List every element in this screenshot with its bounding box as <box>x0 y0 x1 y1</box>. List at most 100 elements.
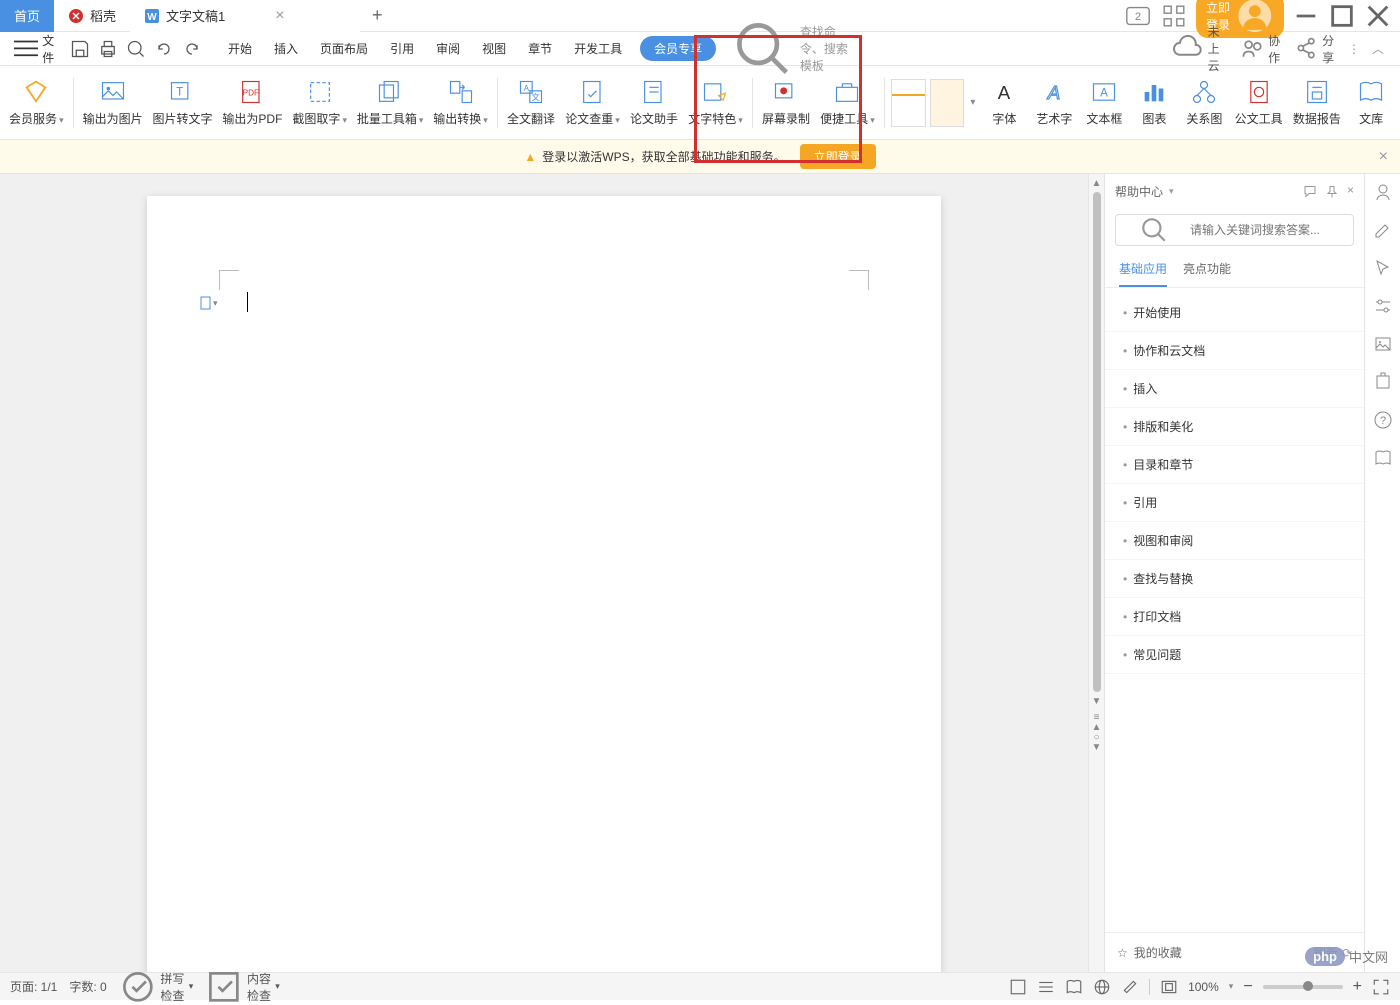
ribbon-image-to-text[interactable]: T图片转文字 <box>148 74 218 131</box>
ribbon-textbox[interactable]: A文本框 <box>1079 74 1129 131</box>
scroll-up2-icon[interactable]: ▲ <box>1092 722 1102 732</box>
collapse-ribbon-icon[interactable]: ︿ <box>1372 40 1384 57</box>
document-page[interactable]: ▾ <box>147 196 941 972</box>
vip-tab[interactable]: 会员专享 <box>640 36 716 61</box>
rail-settings-icon[interactable] <box>1373 296 1393 316</box>
view-web-icon[interactable] <box>1093 978 1111 996</box>
zoom-slider[interactable] <box>1263 985 1343 989</box>
zoom-out-button[interactable]: − <box>1243 978 1252 996</box>
template-more-icon[interactable]: ▾ <box>966 97 979 108</box>
tab-add-button[interactable]: + <box>360 5 395 26</box>
fullscreen-icon[interactable] <box>1372 978 1390 996</box>
tab-home[interactable]: 首页 <box>0 0 54 32</box>
ribbon-wordart[interactable]: A艺术字 <box>1029 74 1079 131</box>
scroll-down2-icon[interactable]: ▼ <box>1092 742 1102 752</box>
template-thumbnail[interactable] <box>891 79 926 127</box>
view-fit-icon[interactable] <box>1160 978 1178 996</box>
view-page-icon[interactable] <box>1009 978 1027 996</box>
object-browse-icon[interactable]: ○ <box>1092 732 1102 742</box>
menu-tab[interactable]: 插入 <box>264 34 308 63</box>
ribbon-library[interactable]: 文库 <box>1346 74 1396 131</box>
help-item[interactable]: 视图和审阅 <box>1105 522 1364 560</box>
rail-book-icon[interactable] <box>1373 448 1393 468</box>
help-item[interactable]: 排版和美化 <box>1105 408 1364 446</box>
ribbon-member-service[interactable]: 会员服务 <box>4 74 69 131</box>
chevron-down-icon[interactable]: ▾ <box>1169 186 1174 197</box>
rail-help-icon[interactable]: ? <box>1373 410 1393 430</box>
search-command[interactable]: 查找命令、搜索模板 <box>730 16 856 82</box>
collab-button[interactable]: 协作 <box>1240 32 1282 66</box>
menu-tab[interactable]: 页面布局 <box>310 34 378 63</box>
vertical-scrollbar[interactable]: ▲ ▼ ≡ ▲ ○ ▼ <box>1088 174 1104 972</box>
menu-tab[interactable]: 开发工具 <box>564 34 632 63</box>
ribbon-text-effects[interactable]: 文字特色 <box>683 74 748 131</box>
ribbon-plagiarism[interactable]: 论文查重 <box>560 74 625 131</box>
section-indicator[interactable]: ▾ <box>199 296 218 310</box>
status-words[interactable]: 字数: 0 <box>69 978 106 995</box>
ribbon-font[interactable]: A字体 <box>979 74 1029 131</box>
ribbon-diagram[interactable]: 关系图 <box>1179 74 1229 131</box>
ribbon-batch-tools[interactable]: 批量工具箱 <box>352 74 428 131</box>
ribbon-translate[interactable]: A文全文翻译 <box>502 74 560 131</box>
banner-close-button[interactable]: × <box>1379 148 1388 166</box>
help-item[interactable]: 引用 <box>1105 484 1364 522</box>
zoom-level[interactable]: 100% <box>1188 980 1219 994</box>
cloud-status[interactable]: 未上云 <box>1172 23 1228 74</box>
ribbon-export-image[interactable]: 输出为图片 <box>78 74 148 131</box>
ribbon-convert[interactable]: 输出转换 <box>428 74 493 131</box>
ribbon-screenshot-ocr[interactable]: 截图取字 <box>287 74 352 131</box>
preview-icon[interactable] <box>126 39 146 59</box>
menu-tab[interactable]: 开始 <box>218 34 262 63</box>
menu-tab[interactable]: 章节 <box>518 34 562 63</box>
prev-page-icon[interactable]: ≡ <box>1092 712 1102 722</box>
help-item[interactable]: 插入 <box>1105 370 1364 408</box>
banner-login-button[interactable]: 立即登录 <box>800 144 876 169</box>
ribbon-official-doc[interactable]: 公文工具 <box>1229 74 1287 131</box>
rail-assistant-icon[interactable] <box>1373 182 1393 202</box>
print-icon[interactable] <box>98 39 118 59</box>
favorites-link[interactable]: 我的收藏 <box>1134 944 1182 961</box>
redo-icon[interactable] <box>182 39 202 59</box>
scrollbar-thumb[interactable] <box>1093 192 1101 692</box>
menu-tab[interactable]: 审阅 <box>426 34 470 63</box>
help-item[interactable]: 查找与替换 <box>1105 560 1364 598</box>
help-tab-features[interactable]: 亮点功能 <box>1183 260 1231 287</box>
badge-icon[interactable]: 2 <box>1124 2 1152 30</box>
ribbon-export-pdf[interactable]: PDF输出为PDF <box>217 74 287 131</box>
rail-plugin-icon[interactable] <box>1373 372 1393 392</box>
help-search[interactable] <box>1115 214 1354 246</box>
tab-close-button[interactable]: × <box>275 7 284 25</box>
chat-icon[interactable] <box>1303 183 1317 200</box>
more-icon[interactable]: ⋮ <box>1348 42 1360 56</box>
status-spellcheck[interactable]: 拼写检查▾ <box>119 968 194 1005</box>
help-item[interactable]: 常见问题 <box>1105 636 1364 674</box>
template-thumbnail[interactable] <box>930 79 965 127</box>
undo-icon[interactable] <box>154 39 174 59</box>
help-search-input[interactable] <box>1190 223 1345 237</box>
view-focus-icon[interactable] <box>1121 978 1139 996</box>
ribbon-quick-tools[interactable]: 便捷工具 <box>815 74 880 131</box>
tab-document[interactable]: W 文字文稿1 × <box>130 0 360 32</box>
ribbon-thesis-helper[interactable]: 论文助手 <box>625 74 683 131</box>
help-item[interactable]: 目录和章节 <box>1105 446 1364 484</box>
rail-edit-icon[interactable] <box>1373 220 1393 240</box>
scroll-down-icon[interactable]: ▼ <box>1092 696 1102 706</box>
menu-tab[interactable]: 视图 <box>472 34 516 63</box>
help-item[interactable]: 打印文档 <box>1105 598 1364 636</box>
file-menu[interactable]: 文件 <box>8 32 62 66</box>
panel-close-icon[interactable]: × <box>1347 183 1354 200</box>
ribbon-chart[interactable]: 图表 <box>1129 74 1179 131</box>
save-icon[interactable] <box>70 39 90 59</box>
rail-select-icon[interactable] <box>1373 258 1393 278</box>
help-item[interactable]: 开始使用 <box>1105 294 1364 332</box>
ribbon-data-report[interactable]: 数据报告 <box>1288 74 1346 131</box>
share-button[interactable]: 分享 <box>1294 32 1336 66</box>
tab-docker[interactable]: 稻壳 <box>54 0 130 32</box>
status-page[interactable]: 页面: 1/1 <box>10 978 57 995</box>
rail-image-icon[interactable] <box>1373 334 1393 354</box>
help-item[interactable]: 协作和云文档 <box>1105 332 1364 370</box>
ribbon-screen-record[interactable]: 屏幕录制 <box>757 74 815 131</box>
pin-icon[interactable] <box>1325 183 1339 200</box>
zoom-in-button[interactable]: + <box>1353 978 1362 996</box>
status-contentcheck[interactable]: 内容检查▾ <box>205 968 280 1005</box>
